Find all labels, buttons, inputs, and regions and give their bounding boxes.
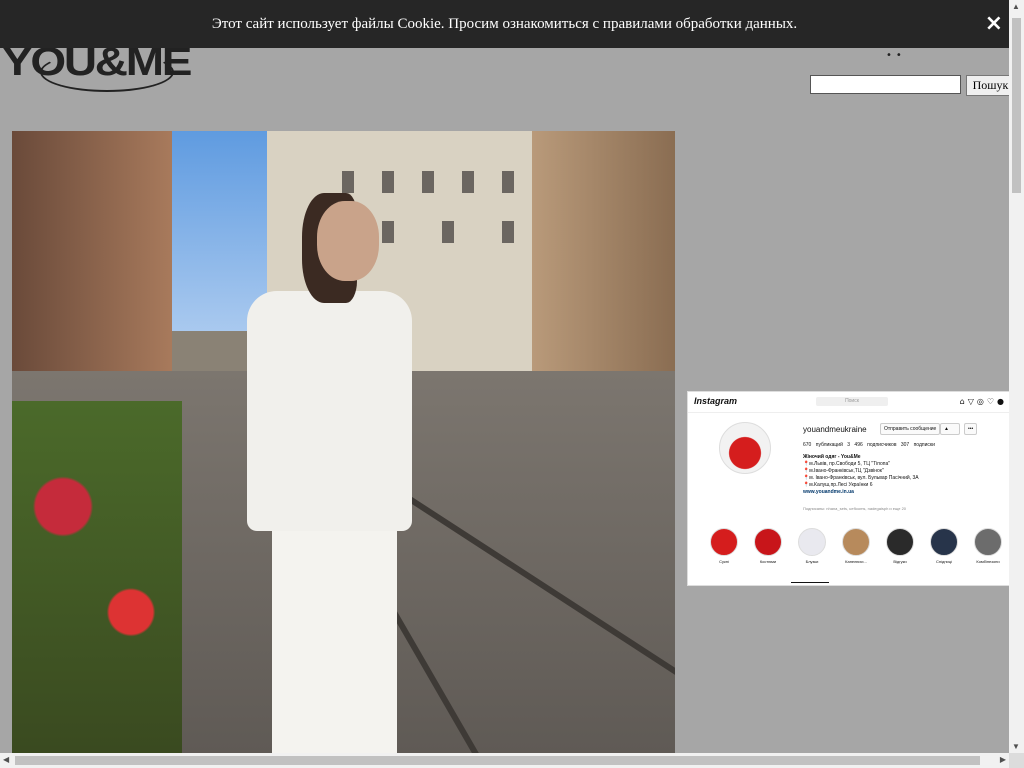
more-options-icon: ••• <box>964 423 978 435</box>
search-input[interactable] <box>810 75 961 94</box>
highlight-circle <box>798 528 826 556</box>
highlight-label: Костюми <box>759 559 777 564</box>
highlight-item: Спідниці <box>926 528 962 564</box>
bio-line: 📍м.Івано-Франківськ,ТЦ "Дзвінок" <box>803 468 884 474</box>
scrollbar-corner <box>1009 753 1024 768</box>
horizontal-scroll-thumb[interactable] <box>15 756 980 765</box>
scroll-left-icon[interactable]: ◀ <box>3 755 9 764</box>
cookie-banner: Этот сайт использует файлы Cookie. Проси… <box>0 0 1009 48</box>
highlight-label: Капелюхи... <box>845 559 867 564</box>
vertical-scrollbar[interactable]: ▲ ▼ <box>1009 0 1024 753</box>
instagram-nav-icons: ⌂▽◎♡● <box>959 397 1007 406</box>
instagram-stats: 670 публикаций 3 496 подписчиков 307 под… <box>803 442 935 448</box>
vertical-scroll-thumb[interactable] <box>1012 18 1021 193</box>
bio-line: Жіночий одяг - You&Me <box>803 454 861 460</box>
photo-flowers <box>12 401 182 753</box>
main-photo <box>12 131 675 753</box>
photo-woman-head <box>317 201 379 281</box>
highlight-circle <box>842 528 870 556</box>
cookie-message: Этот сайт использует файлы Cookie. Проси… <box>211 16 798 32</box>
photo-window <box>422 171 434 193</box>
photo-window <box>442 221 454 243</box>
highlight-label: Блузки <box>805 559 819 564</box>
horizontal-scrollbar[interactable]: ◀ ▶ <box>0 753 1009 768</box>
instagram-tab-indicator <box>791 582 829 583</box>
instagram-profile-card[interactable]: Instagram Поиск ⌂▽◎♡● youandmeukraine От… <box>687 391 1011 586</box>
instagram-topbar: Instagram Поиск ⌂▽◎♡● <box>688 392 1010 413</box>
photo-window <box>462 171 474 193</box>
highlight-circle <box>886 528 914 556</box>
instagram-logo: Instagram <box>694 396 738 406</box>
highlight-item: Сукні <box>706 528 742 564</box>
highlight-circle <box>754 528 782 556</box>
highlight-item: Відгуки <box>882 528 918 564</box>
highlight-label: Відгуки <box>893 559 907 564</box>
photo-window <box>382 221 394 243</box>
instagram-bio: Жіночий одяг - You&Me 📍м.Львів, пр.Свобо… <box>803 454 1003 496</box>
photo-window <box>502 221 514 243</box>
photo-woman-jacket <box>247 291 412 531</box>
highlight-item: Комбінезони <box>970 528 1006 564</box>
bio-line: 📍м. Івано-Франківськ, вул. Бульвар Пасіч… <box>803 475 919 481</box>
avatar <box>719 422 771 474</box>
scroll-down-icon[interactable]: ▼ <box>1012 742 1020 751</box>
highlight-label: Спідниці <box>936 559 952 564</box>
instagram-username: youandmeukraine <box>803 425 867 434</box>
highlight-label: Сукні <box>719 559 729 564</box>
highlight-label: Комбінезони <box>976 559 1000 564</box>
scroll-right-icon[interactable]: ▶ <box>1000 755 1006 764</box>
search-form: Пошук <box>810 75 1015 96</box>
bio-site-link: www.youandme.in.ua <box>803 489 854 495</box>
highlight-circle <box>930 528 958 556</box>
search-button[interactable]: Пошук <box>966 75 1015 96</box>
highlight-item: Блузки <box>794 528 830 564</box>
bio-line: 📍м.Львів, пр.Свободи 5, ТЦ "Тіпопа" <box>803 461 891 467</box>
highlight-circle <box>974 528 1002 556</box>
follow-icon: ▲ <box>940 423 960 435</box>
followed-by: Подписаны: nhana_sets, ueflooms, nadegai… <box>803 506 907 511</box>
photo-window <box>502 171 514 193</box>
highlight-item: Капелюхи... <box>838 528 874 564</box>
highlight-circle <box>710 528 738 556</box>
close-icon[interactable]: × <box>985 0 1003 48</box>
photo-window <box>342 171 354 193</box>
photo-window <box>382 171 394 193</box>
scroll-up-icon[interactable]: ▲ <box>1012 2 1020 11</box>
highlight-item: Костюми <box>750 528 786 564</box>
story-highlights: Сукні Костюми Блузки Капелюхи... Відгуки… <box>706 528 1006 564</box>
send-message-button: Отправить сообщение <box>880 423 941 435</box>
menu-dots-icon[interactable]: •• <box>886 50 906 61</box>
bio-line: 📍м.Калуш,пр.Лесі Українки 6 <box>803 482 873 488</box>
instagram-search: Поиск <box>816 397 888 406</box>
